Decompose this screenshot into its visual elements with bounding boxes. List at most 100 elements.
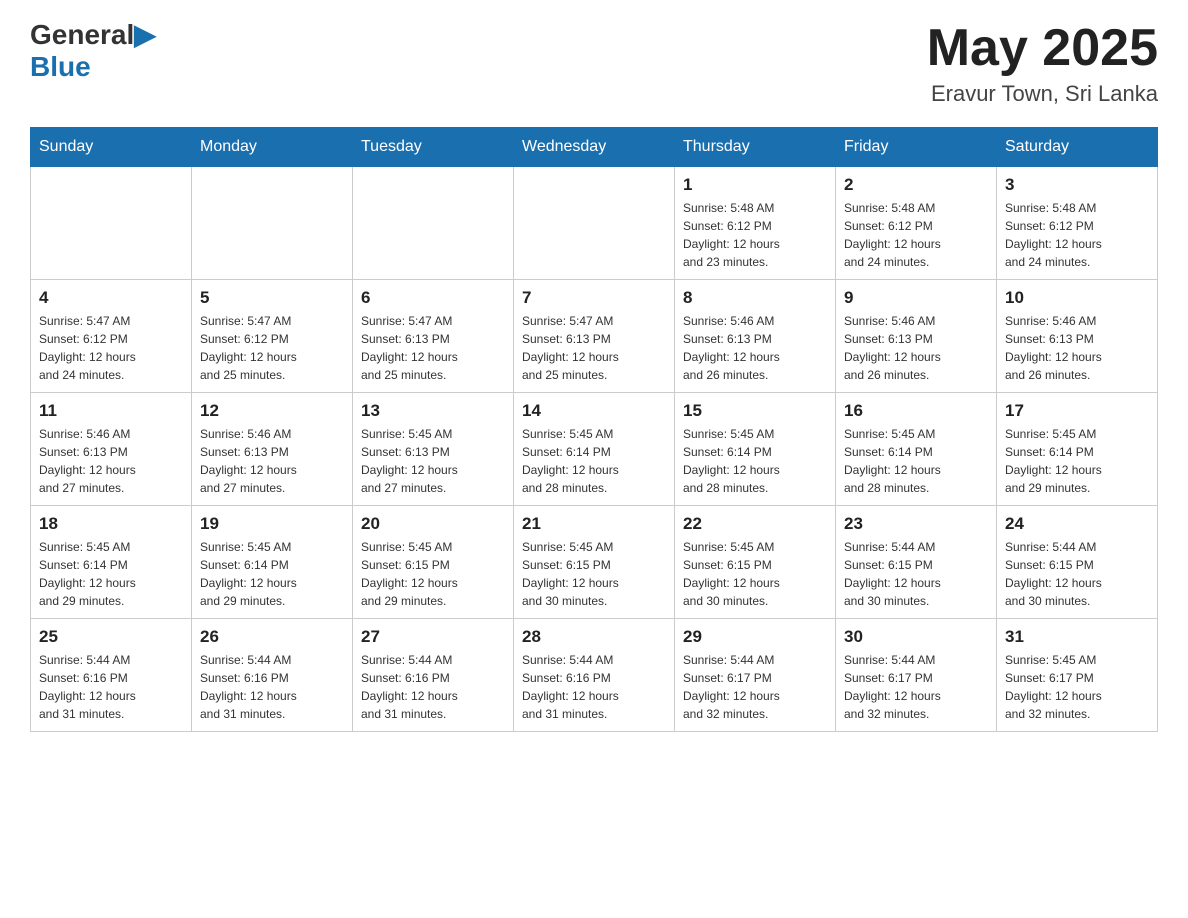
day-number: 28 [522,627,666,647]
table-row: 11 Sunrise: 5:46 AM Sunset: 6:13 PM Dayli… [31,393,192,506]
day-info: Sunrise: 5:48 AM Sunset: 6:12 PM Dayligh… [683,199,827,271]
day-number: 6 [361,288,505,308]
day-number: 1 [683,175,827,195]
day-number: 27 [361,627,505,647]
day-info: Sunrise: 5:45 AM Sunset: 6:14 PM Dayligh… [39,538,183,610]
header-saturday: Saturday [997,128,1158,167]
table-row: 12 Sunrise: 5:46 AM Sunset: 6:13 PM Dayli… [192,393,353,506]
table-row: 8Sunrise: 5:46 AM Sunset: 6:13 PM Daylig… [675,280,836,393]
day-info: Sunrise: 5:46 AM Sunset: 6:13 PM Dayligh… [844,312,988,384]
day-info: Sunrise: 5:44 AM Sunset: 6:15 PM Dayligh… [844,538,988,610]
day-info: Sunrise: 5:44 AM Sunset: 6:17 PM Dayligh… [844,651,988,723]
day-info: Sunrise: 5:45 AM Sunset: 6:14 PM Dayligh… [200,538,344,610]
day-info: Sunrise: 5:45 AM Sunset: 6:15 PM Dayligh… [361,538,505,610]
calendar-table: Sunday Monday Tuesday Wednesday Thursday… [30,127,1158,732]
table-row: 5Sunrise: 5:47 AM Sunset: 6:12 PM Daylig… [192,280,353,393]
header-tuesday: Tuesday [353,128,514,167]
day-number: 10 [1005,288,1149,308]
day-number: 26 [200,627,344,647]
table-row: 13Sunrise: 5:45 AM Sunset: 6:13 PM Dayli… [353,393,514,506]
day-number: 24 [1005,514,1149,534]
day-info: Sunrise: 5:45 AM Sunset: 6:17 PM Dayligh… [1005,651,1149,723]
day-number: 18 [39,514,183,534]
day-number: 23 [844,514,988,534]
day-number: 31 [1005,627,1149,647]
day-number: 20 [361,514,505,534]
table-row: 3 Sunrise: 5:48 AM Sunset: 6:12 PM Daylig… [997,167,1158,280]
day-info: Sunrise: 5:45 AM Sunset: 6:14 PM Dayligh… [522,425,666,497]
table-row: 19 Sunrise: 5:45 AM Sunset: 6:14 PM Dayli… [192,506,353,619]
day-info: Sunrise: 5:45 AM Sunset: 6:14 PM Dayligh… [1005,425,1149,497]
table-row: 4 Sunrise: 5:47 AM Sunset: 6:12 PM Daylig… [31,280,192,393]
day-number: 15 [683,401,827,421]
day-info: Sunrise: 5:44 AM Sunset: 6:16 PM Dayligh… [361,651,505,723]
day-number: 13 [361,401,505,421]
table-row: 30 Sunrise: 5:44 AM Sunset: 6:17 PM Dayli… [836,619,997,732]
day-info: Sunrise: 5:46 AM Sunset: 6:13 PM Dayligh… [1005,312,1149,384]
table-row: 18 Sunrise: 5:45 AM Sunset: 6:14 PM Dayli… [31,506,192,619]
day-info: Sunrise: 5:45 AM Sunset: 6:14 PM Dayligh… [844,425,988,497]
table-row: 9 Sunrise: 5:46 AM Sunset: 6:13 PM Daylig… [836,280,997,393]
header-thursday: Thursday [675,128,836,167]
day-number: 9 [844,288,988,308]
table-row: 2Sunrise: 5:48 AM Sunset: 6:12 PM Daylig… [836,167,997,280]
day-info: Sunrise: 5:46 AM Sunset: 6:13 PM Dayligh… [200,425,344,497]
table-row: 20 Sunrise: 5:45 AM Sunset: 6:15 PM Dayli… [353,506,514,619]
location-title: Eravur Town, Sri Lanka [927,81,1158,107]
day-number: 5 [200,288,344,308]
table-row [353,167,514,280]
calendar-week-row: 18 Sunrise: 5:45 AM Sunset: 6:14 PM Dayli… [31,506,1158,619]
day-number: 7 [522,288,666,308]
day-info: Sunrise: 5:47 AM Sunset: 6:13 PM Dayligh… [522,312,666,384]
table-row: 16 Sunrise: 5:45 AM Sunset: 6:14 PM Dayli… [836,393,997,506]
day-info: Sunrise: 5:44 AM Sunset: 6:16 PM Dayligh… [39,651,183,723]
table-row: 24Sunrise: 5:44 AM Sunset: 6:15 PM Dayli… [997,506,1158,619]
table-row: 14 Sunrise: 5:45 AM Sunset: 6:14 PM Dayli… [514,393,675,506]
table-row: 27 Sunrise: 5:44 AM Sunset: 6:16 PM Dayli… [353,619,514,732]
table-row: 10 Sunrise: 5:46 AM Sunset: 6:13 PM Dayli… [997,280,1158,393]
month-title: May 2025 [927,20,1158,77]
table-row: 25 Sunrise: 5:44 AM Sunset: 6:16 PM Dayli… [31,619,192,732]
day-number: 30 [844,627,988,647]
table-row: 29 Sunrise: 5:44 AM Sunset: 6:17 PM Dayli… [675,619,836,732]
logo-general-text: General▶ [30,20,156,51]
day-number: 12 [200,401,344,421]
day-number: 4 [39,288,183,308]
day-number: 14 [522,401,666,421]
table-row [192,167,353,280]
table-row: 17 Sunrise: 5:45 AM Sunset: 6:14 PM Dayli… [997,393,1158,506]
day-number: 25 [39,627,183,647]
table-row: 7 Sunrise: 5:47 AM Sunset: 6:13 PM Daylig… [514,280,675,393]
table-row: 21Sunrise: 5:45 AM Sunset: 6:15 PM Dayli… [514,506,675,619]
table-row: 22Sunrise: 5:45 AM Sunset: 6:15 PM Dayli… [675,506,836,619]
day-number: 11 [39,401,183,421]
logo: General▶ Blue [30,20,156,83]
calendar-week-row: 25 Sunrise: 5:44 AM Sunset: 6:16 PM Dayli… [31,619,1158,732]
calendar-week-row: 4 Sunrise: 5:47 AM Sunset: 6:12 PM Daylig… [31,280,1158,393]
day-number: 16 [844,401,988,421]
day-info: Sunrise: 5:45 AM Sunset: 6:15 PM Dayligh… [683,538,827,610]
table-row: 1 Sunrise: 5:48 AM Sunset: 6:12 PM Daylig… [675,167,836,280]
day-info: Sunrise: 5:46 AM Sunset: 6:13 PM Dayligh… [39,425,183,497]
day-number: 17 [1005,401,1149,421]
day-info: Sunrise: 5:47 AM Sunset: 6:12 PM Dayligh… [39,312,183,384]
page-header: General▶ Blue May 2025 Eravur Town, Sri … [30,20,1158,107]
header-sunday: Sunday [31,128,192,167]
table-row: 6 Sunrise: 5:47 AM Sunset: 6:13 PM Daylig… [353,280,514,393]
day-info: Sunrise: 5:44 AM Sunset: 6:17 PM Dayligh… [683,651,827,723]
day-info: Sunrise: 5:45 AM Sunset: 6:14 PM Dayligh… [683,425,827,497]
day-number: 3 [1005,175,1149,195]
header-wednesday: Wednesday [514,128,675,167]
logo-blue-text: Blue [30,51,91,82]
table-row: 31 Sunrise: 5:45 AM Sunset: 6:17 PM Dayli… [997,619,1158,732]
day-number: 29 [683,627,827,647]
calendar-week-row: 1 Sunrise: 5:48 AM Sunset: 6:12 PM Daylig… [31,167,1158,280]
logo-triangle-icon: ▶ [134,19,156,50]
day-info: Sunrise: 5:47 AM Sunset: 6:13 PM Dayligh… [361,312,505,384]
day-info: Sunrise: 5:46 AM Sunset: 6:13 PM Dayligh… [683,312,827,384]
table-row: 15 Sunrise: 5:45 AM Sunset: 6:14 PM Dayli… [675,393,836,506]
day-info: Sunrise: 5:45 AM Sunset: 6:15 PM Dayligh… [522,538,666,610]
day-number: 19 [200,514,344,534]
table-row: 26Sunrise: 5:44 AM Sunset: 6:16 PM Dayli… [192,619,353,732]
day-info: Sunrise: 5:48 AM Sunset: 6:12 PM Dayligh… [1005,199,1149,271]
